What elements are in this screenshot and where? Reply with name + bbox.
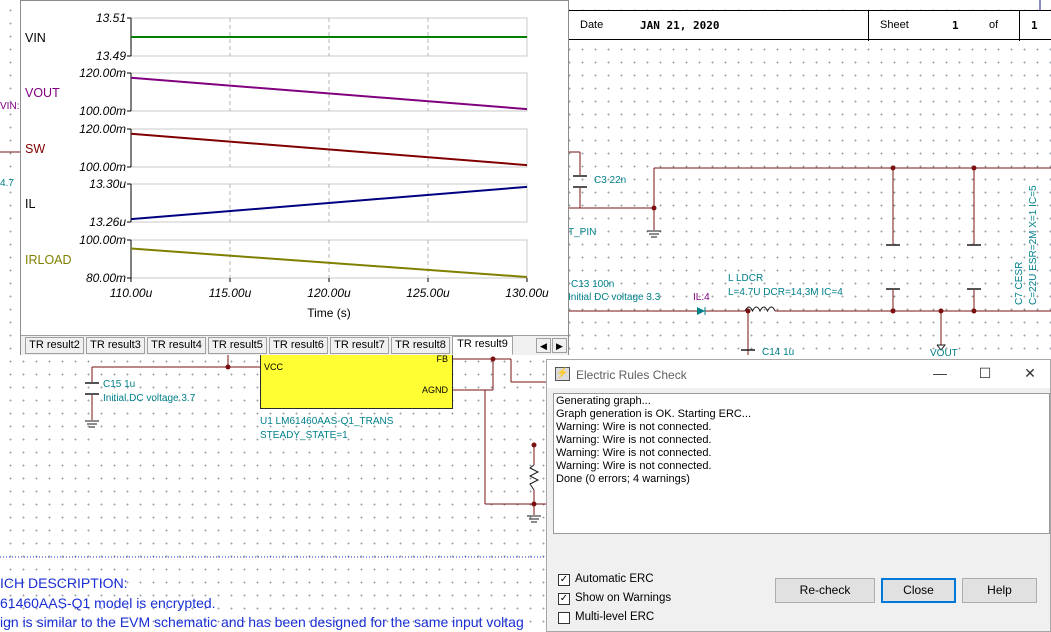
y-tick-label: 100.00m: [79, 104, 126, 118]
automatic-erc-label: Automatic ERC: [575, 573, 654, 585]
show-on-warnings-checkbox[interactable]: ✓: [558, 593, 570, 605]
sheet-number: 1: [952, 19, 959, 32]
y-tick-label: 120.00m: [79, 122, 126, 136]
log-line: Graph generation is OK. Starting ERC...: [556, 408, 752, 420]
tab-tr-result8[interactable]: TR result8: [391, 337, 450, 354]
lm61460-chip[interactable]: VCC FB AGND: [260, 353, 453, 409]
y-tick-label: 100.00m: [79, 233, 126, 247]
maximize-icon[interactable]: ☐: [975, 365, 995, 383]
y-tick-label: 13.30u: [89, 177, 126, 191]
minimize-icon[interactable]: —: [930, 365, 950, 383]
c15-label: C15 1u: [103, 379, 136, 390]
log-line: Warning: Wire is not connected.: [556, 447, 712, 459]
erc-title-bar[interactable]: ⚡ Electric Rules Check — ☐ ✕: [547, 360, 1050, 388]
of-label: of: [989, 19, 999, 31]
x-tick-label: 110.00u: [110, 286, 153, 300]
y-tick-label: 13.26u: [89, 215, 126, 229]
x-tick-label: 125.00u: [406, 286, 450, 300]
transient-graph-window[interactable]: 13.51 13.49 VIN 120.00m 100.00m VOUT 120.00m 10…: [20, 0, 569, 355]
close-button[interactable]: Close: [881, 578, 956, 603]
series-label-vin: VIN: [25, 31, 46, 45]
multi-level-erc-label: Multi-level ERC: [575, 611, 655, 623]
x-axis-title: Time (s): [307, 306, 351, 320]
il4-probe-label: IL:4: [693, 292, 710, 303]
log-line: Warning: Wire is not connected.: [556, 421, 712, 433]
title-block: Date JAN 21, 2020 Sheet 1 of 1: [568, 10, 1051, 41]
close-icon[interactable]: ✕: [1020, 365, 1040, 383]
tab-tr-result6[interactable]: TR result6: [269, 337, 328, 354]
date-label: Date: [580, 19, 604, 31]
log-line: Warning: Wire is not connected.: [556, 434, 712, 446]
pin-label: T_PIN: [568, 227, 597, 238]
transient-chart[interactable]: 13.51 13.49 VIN 120.00m 100.00m VOUT 120.00m 10…: [21, 1, 568, 335]
y-tick-label: 120.00m: [79, 66, 126, 80]
tab-tr-result7[interactable]: TR result7: [330, 337, 389, 354]
x-tick-label: 115.00u: [209, 286, 252, 300]
inductor-params-label: L=4.7U DCR=14.3M IC=4: [728, 287, 843, 298]
inductor-name-label: L LDCR: [728, 273, 764, 284]
x-tick-label: 130.00u: [505, 286, 549, 300]
pin-fb-label: FB: [436, 354, 448, 364]
y-tick-label: 100.00m: [79, 160, 126, 174]
erc-app-icon: ⚡: [555, 367, 570, 381]
pin-vcc-label: VCC: [264, 362, 284, 372]
description-line-1: 61460AAS-Q1 model is encrypted.: [0, 595, 216, 611]
erc-log-output[interactable]: Generating graph... Graph generation is …: [553, 393, 1050, 534]
log-line: Generating graph...: [556, 395, 651, 407]
erc-title: Electric Rules Check: [576, 368, 687, 382]
series-label-irload: IRLOAD: [25, 253, 72, 267]
y-tick-label: 13.51: [96, 11, 126, 25]
tab-tr-result3[interactable]: TR result3: [86, 337, 145, 354]
sheet-total: 1: [1031, 19, 1038, 32]
u1-label: U1 LM61460AAS-Q1_TRANS: [260, 416, 394, 427]
tab-tr-result4[interactable]: TR result4: [147, 337, 206, 354]
c14-label: C14 1u: [762, 347, 795, 358]
y-tick-label: 13.49: [96, 49, 126, 63]
c7-label: C7 CESR: [1014, 261, 1025, 305]
recheck-button[interactable]: Re-check: [775, 578, 875, 603]
c15-initial-label: Initial DC voltage 3.7: [103, 393, 196, 404]
description-line-2: ign is similar to the EVM schematic and …: [0, 614, 524, 630]
tab-tr-result9[interactable]: TR result9: [452, 336, 513, 355]
cap-value-label: 4.7: [0, 178, 14, 189]
result-tab-bar: TR result2 TR result3 TR result4 TR resu…: [21, 335, 568, 355]
erc-dialog[interactable]: ⚡ Electric Rules Check — ☐ ✕ Generating …: [546, 359, 1051, 632]
log-line: Done (0 errors; 4 warnings): [556, 473, 690, 485]
show-on-warnings-label: Show on Warnings: [575, 592, 672, 604]
x-tick-label: 120.00u: [307, 286, 351, 300]
c13-label: C13 100n: [571, 279, 615, 290]
c7-params-label: C=22U ESR=2M X=1 IC=5: [1028, 185, 1039, 305]
series-label-sw: SW: [25, 142, 45, 156]
series-label-vout: VOUT: [25, 86, 60, 100]
pin-agnd-label: AGND: [421, 385, 448, 395]
y-tick-label: 80.00m: [86, 271, 126, 285]
tab-scroll-right-icon[interactable]: ▶: [552, 338, 567, 353]
date-value: JAN 21, 2020: [640, 19, 720, 32]
series-label-il: IL: [25, 197, 35, 211]
tab-scroll-left-icon[interactable]: ◀: [536, 338, 551, 353]
vout-net-label: VOUT: [930, 348, 958, 359]
log-line: Warning: Wire is not connected.: [556, 460, 712, 472]
u1-param-label: STEADY_STATE=1: [260, 430, 348, 441]
description-heading: ICH DESCRIPTION:: [0, 575, 128, 591]
vin-net-label: VIN:: [0, 101, 20, 112]
c3-label: C3 22n: [594, 175, 627, 186]
help-button[interactable]: Help: [962, 578, 1037, 603]
tab-tr-result2[interactable]: TR result2: [25, 337, 84, 354]
multi-level-erc-checkbox[interactable]: [558, 612, 570, 624]
c13-initial-label: Initial DC voltage 3.3: [568, 292, 661, 303]
automatic-erc-checkbox[interactable]: ✓: [558, 574, 570, 586]
sheet-label: Sheet: [880, 19, 909, 31]
tab-tr-result5[interactable]: TR result5: [208, 337, 267, 354]
